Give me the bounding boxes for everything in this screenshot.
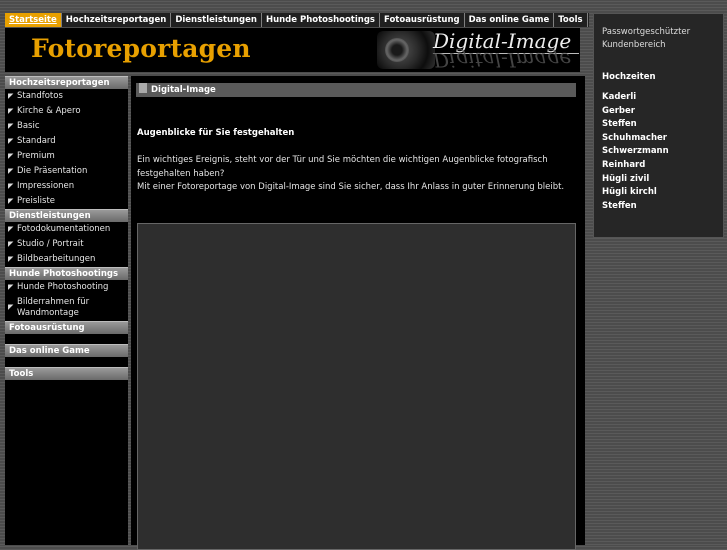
wedding-link[interactable]: Steffen — [602, 118, 669, 132]
sidebar-item-label: Premium — [17, 151, 55, 161]
sidebar-item[interactable]: ◤ Bilderrahmen für Wandmontage — [5, 295, 128, 321]
right-panel: Passwortgeschützter Kundenbereich Hochze… — [593, 13, 724, 238]
sidebar-category-dienstleistungen[interactable]: Dienstleistungen — [5, 209, 128, 222]
arrow-icon: ◤ — [8, 255, 14, 263]
weddings-list: Kaderli Gerber Steffen Schuhmacher Schwe… — [602, 91, 669, 213]
content-paragraph-2: Mit einer Fotoreportage von Digital-Imag… — [137, 182, 565, 192]
wedding-link[interactable]: Hügli kirchl — [602, 186, 669, 200]
sidebar-category-tools[interactable]: Tools — [5, 367, 128, 380]
arrow-icon: ◤ — [8, 92, 14, 100]
content-box-title: Digital-Image — [151, 85, 216, 95]
sidebar-item-label: Fotodokumentationen — [17, 224, 111, 234]
arrow-icon: ◤ — [8, 303, 14, 311]
top-navigation: Startseite Hochzeitsreportagen Dienstlei… — [5, 13, 589, 27]
sidebar-item-label: Bildbearbeitungen — [17, 254, 96, 264]
content-box-header: Digital-Image — [136, 83, 576, 97]
camera-lens-image — [377, 31, 435, 69]
sidebar-item-label: Hunde Photoshooting — [17, 282, 109, 292]
tab-tools[interactable]: Tools — [554, 13, 588, 27]
sidebar-item-label: Bilderrahmen für Wandmontage — [17, 297, 90, 318]
sidebar-category-online-game[interactable]: Das online Game — [5, 344, 128, 357]
wedding-link[interactable]: Reinhard — [602, 159, 669, 173]
sidebar-item[interactable]: ◤ Standfotos — [5, 89, 128, 104]
content-paragraph-1: Ein wichtiges Ereignis, steht vor der Tü… — [137, 155, 548, 179]
tab-online-game[interactable]: Das online Game — [465, 13, 555, 27]
arrow-icon: ◤ — [8, 167, 14, 175]
sidebar-item[interactable]: ◤ Kirche & Apero — [5, 104, 128, 119]
sidebar-item-label: Basic — [17, 121, 40, 131]
sidebar-item[interactable]: ◤ Impressionen — [5, 179, 128, 194]
sidebar-item-label: Standfotos — [17, 91, 63, 101]
sidebar-category-hochzeitsreportagen[interactable]: Hochzeitsreportagen — [5, 76, 128, 89]
tab-dienstleistungen[interactable]: Dienstleistungen — [171, 13, 262, 27]
sidebar-item[interactable]: ◤ Bildbearbeitungen — [5, 252, 128, 267]
sidebar-item[interactable]: ◤ Preisliste — [5, 194, 128, 209]
arrow-icon: ◤ — [8, 152, 14, 160]
sidebar-category-hunde-photoshootings[interactable]: Hunde Photoshootings — [5, 267, 128, 280]
arrow-icon: ◤ — [8, 137, 14, 145]
sidebar-item[interactable]: ◤ Studio / Portrait — [5, 237, 128, 252]
sidebar-item[interactable]: ◤ Basic — [5, 119, 128, 134]
sidebar-item-label: Impressionen — [17, 181, 75, 191]
sidebar-item[interactable]: ◤ Fotodokumentationen — [5, 222, 128, 237]
arrow-icon: ◤ — [8, 240, 14, 248]
sidebar-item[interactable]: ◤ Die Präsentation — [5, 164, 128, 179]
wedding-link[interactable]: Gerber — [602, 105, 669, 119]
sidebar-item-label: Studio / Portrait — [17, 239, 84, 249]
tab-fotoausruestung[interactable]: Fotoausrüstung — [380, 13, 465, 27]
sidebar-item-label: Preisliste — [17, 196, 56, 206]
content-paragraph: Ein wichtiges Ereignis, steht vor der Tü… — [137, 154, 567, 195]
wedding-link[interactable]: Hügli zivil — [602, 173, 669, 187]
site-title: Fotoreportagen — [31, 34, 251, 63]
arrow-icon: ◤ — [8, 182, 14, 190]
wedding-link[interactable]: Schwerzmann — [602, 145, 669, 159]
sidebar-item[interactable]: ◤ Standard — [5, 134, 128, 149]
arrow-icon: ◤ — [8, 283, 14, 291]
header-banner: Fotoreportagen Digital-Image Digital-Ima… — [5, 28, 580, 72]
sidebar: Hochzeitsreportagen ◤ Standfotos ◤ Kirche … — [5, 76, 128, 545]
arrow-icon: ◤ — [8, 107, 14, 115]
wedding-link[interactable]: Steffen — [602, 200, 669, 214]
arrow-icon: ◤ — [8, 225, 14, 233]
wedding-link[interactable]: Schuhmacher — [602, 132, 669, 146]
tab-hochzeitsreportagen[interactable]: Hochzeitsreportagen — [62, 13, 172, 27]
main-content: Digital-Image Augenblicke für Sie festge… — [131, 76, 585, 550]
arrow-icon: ◤ — [8, 197, 14, 205]
tab-hunde-photoshootings[interactable]: Hunde Photoshootings — [262, 13, 380, 27]
logo-reflection: Digital-Image — [433, 48, 572, 72]
customer-login-link[interactable]: Passwortgeschützter Kundenbereich — [602, 26, 720, 52]
tab-startseite[interactable]: Startseite — [5, 13, 62, 27]
content-headline: Augenblicke für Sie festgehalten — [137, 128, 295, 138]
square-icon — [139, 83, 147, 93]
sidebar-item[interactable]: ◤ Hunde Photoshooting — [5, 280, 128, 295]
sidebar-category-fotoausruestung[interactable]: Fotoausrüstung — [5, 321, 128, 334]
arrow-icon: ◤ — [8, 122, 14, 130]
sidebar-item-label: Standard — [17, 136, 56, 146]
sidebar-item[interactable]: ◤ Premium — [5, 149, 128, 164]
sidebar-item-label: Die Präsentation — [17, 166, 88, 176]
embedded-media-frame — [137, 223, 576, 550]
weddings-heading: Hochzeiten — [602, 72, 656, 82]
sidebar-item-label: Kirche & Apero — [17, 106, 81, 116]
wedding-link[interactable]: Kaderli — [602, 91, 669, 105]
